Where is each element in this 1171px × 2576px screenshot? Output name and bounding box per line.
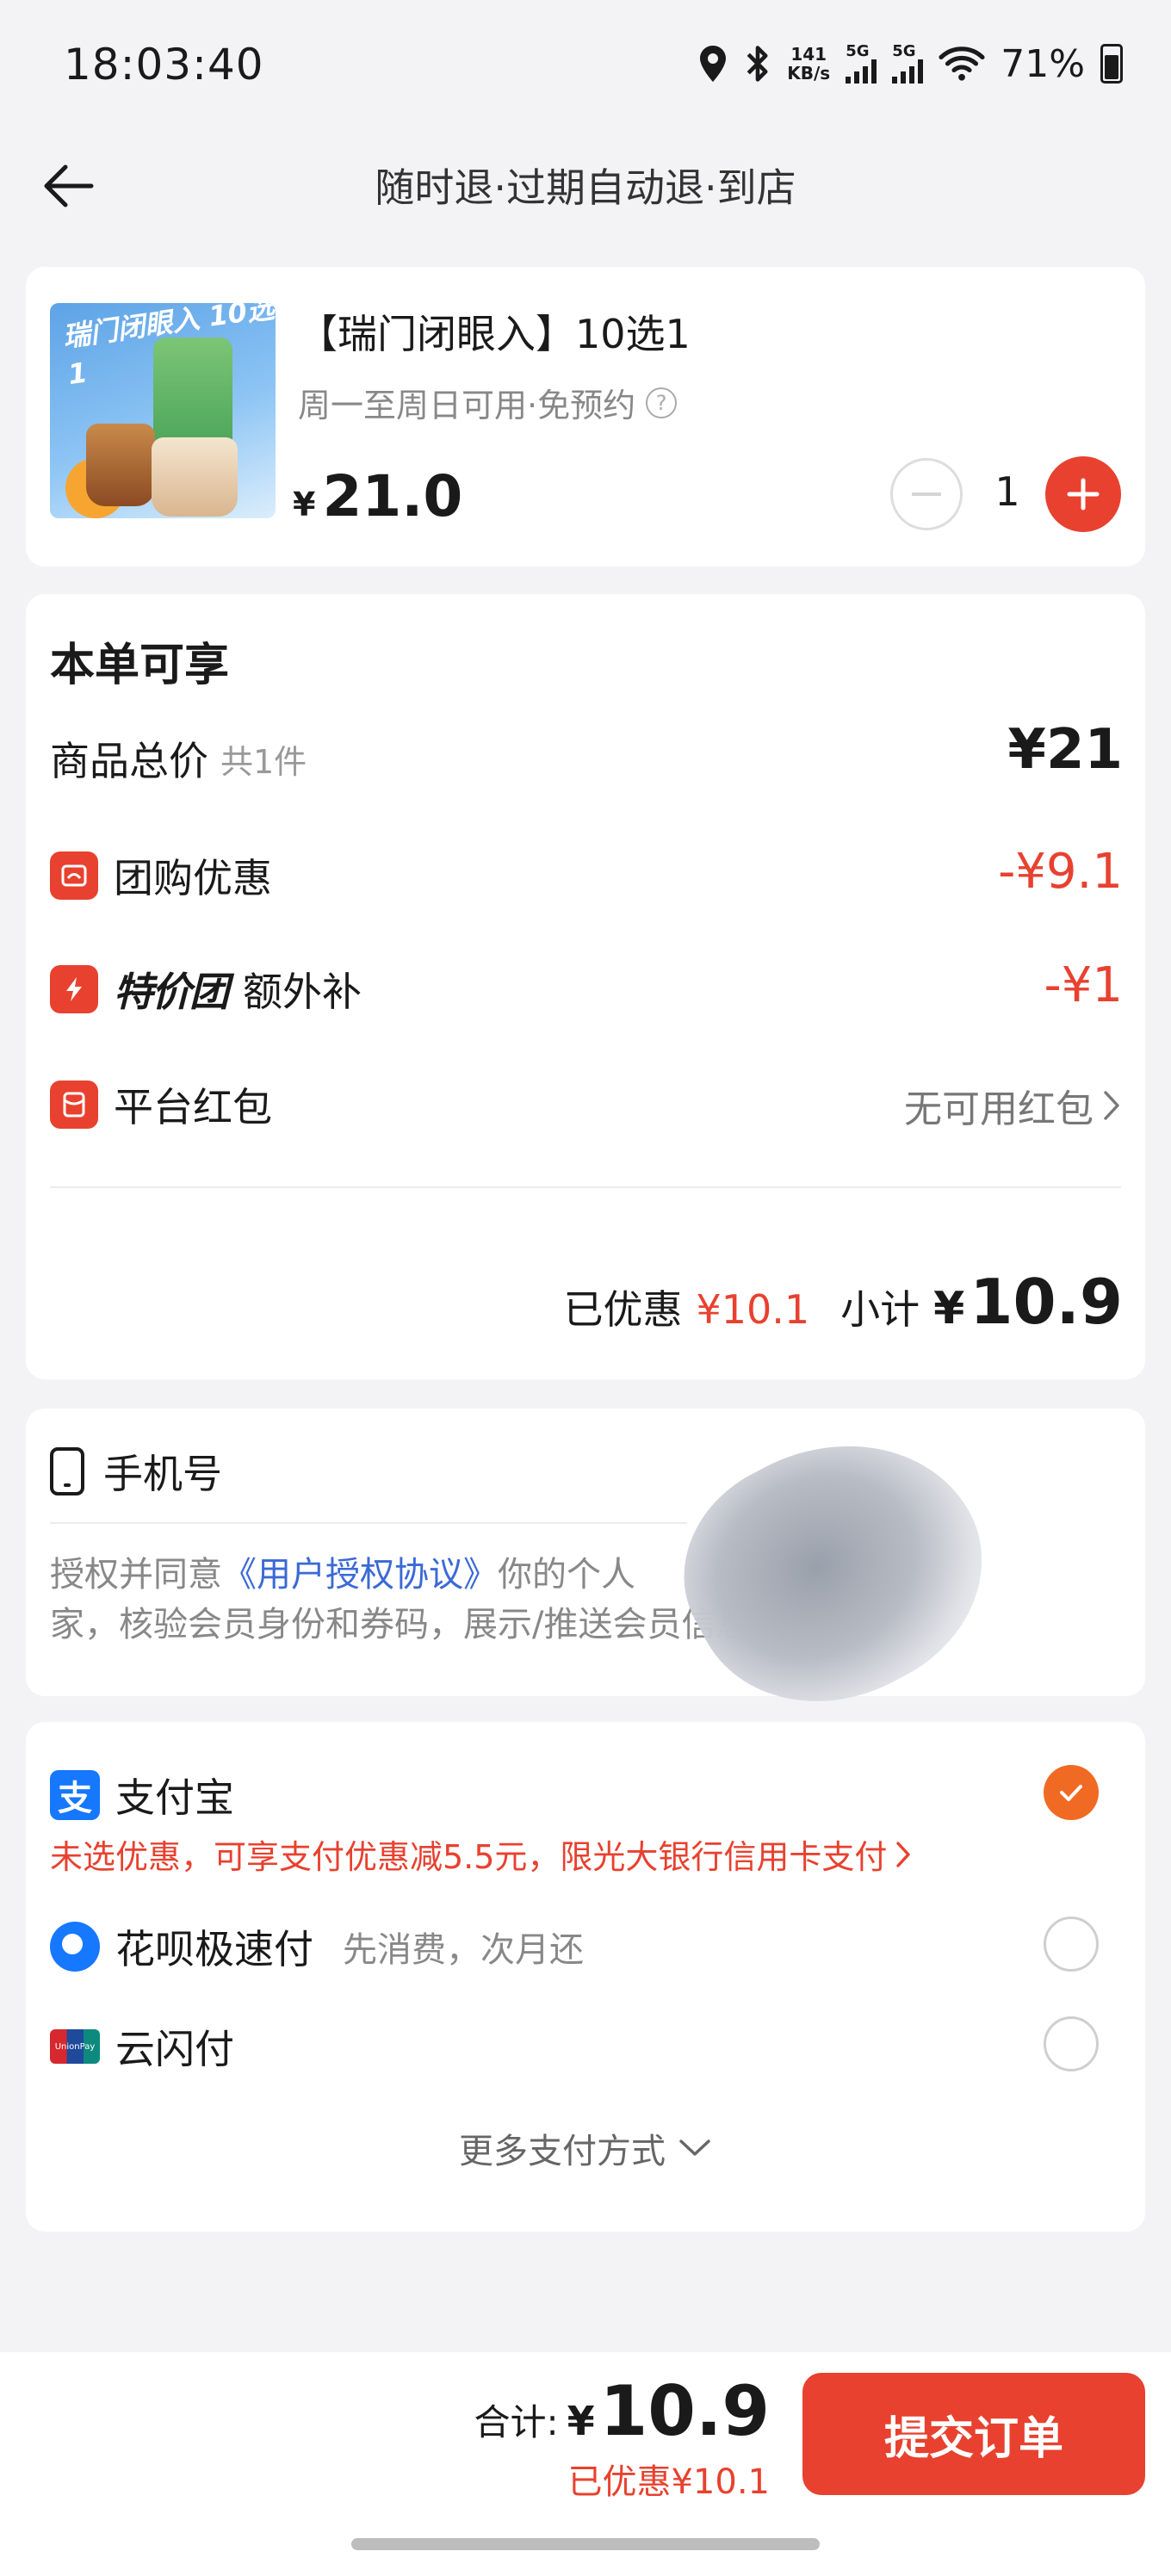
wifi-icon — [939, 46, 985, 81]
battery-icon — [1100, 44, 1123, 84]
alipay-promo-text: 未选优惠，可享支付优惠减5.5元，限光大银行信用卡支付 — [50, 1838, 888, 1876]
net-speed-unit: KB/s — [787, 63, 831, 84]
auth-line2: 家，核验会员身份和券码，展示/推送会员信息 — [50, 1605, 751, 1644]
huabei-icon — [50, 1922, 100, 1972]
goods-total-value: ¥21 — [1007, 718, 1123, 782]
alipay-icon: 支 — [50, 1770, 100, 1820]
signal-icon: 5G — [892, 42, 924, 84]
coupon-icon — [50, 851, 98, 900]
red-packet-label: 平台红包 — [114, 1084, 272, 1130]
submit-order-button[interactable]: 提交订单 — [802, 2373, 1145, 2495]
special-price-label: 额外补 — [243, 969, 362, 1015]
more-payment-label: 更多支付方式 — [459, 2132, 666, 2171]
alipay-promo[interactable]: 未选优惠，可享支付优惠减5.5元，限光大银行信用卡支付 — [50, 1830, 911, 1878]
auth-line1-rest: 你的个人 — [498, 1555, 635, 1595]
sim1-label: 5G — [846, 42, 870, 60]
alipay-radio[interactable] — [1044, 1765, 1099, 1820]
discounted-value: ¥10.1 — [696, 1286, 810, 1333]
status-time: 18:03:40 — [64, 40, 264, 90]
product-title: 【瑞门闭眼入】10选1 — [298, 311, 691, 357]
minus-icon — [912, 492, 941, 496]
net-speed-value: 141 — [790, 44, 827, 65]
red-packet-selector[interactable]: 无可用红包 — [904, 1078, 1121, 1133]
total-label: 合计: — [474, 2401, 559, 2443]
total-price: 合计: ¥ 10.9 — [474, 2371, 770, 2451]
increase-quantity-button[interactable] — [1045, 456, 1121, 532]
huabei-label: 花呗极速付 — [115, 1926, 313, 1972]
alipay-label: 支付宝 — [115, 1774, 234, 1821]
quantity-value: 1 — [994, 468, 1020, 515]
signal-icon: 5G — [846, 44, 877, 84]
subtotal: 已优惠 ¥10.1 小计 ¥ 10.9 — [563, 1266, 1123, 1338]
phone-icon — [50, 1447, 84, 1495]
status-icons: 141 KB/s 5G 5G 71% — [697, 38, 1123, 90]
unionpay-label: 云闪付 — [115, 2026, 234, 2072]
more-payment-methods-button[interactable]: 更多支付方式 — [0, 2123, 1171, 2173]
phone-divider — [50, 1522, 687, 1524]
lightning-icon — [50, 965, 98, 1013]
user-agreement-link[interactable]: 《用户授权协议》 — [222, 1555, 498, 1595]
total-value: 10.9 — [599, 2371, 770, 2451]
discounted-label: 已优惠 — [563, 1286, 683, 1333]
red-packet-row[interactable]: 平台红包 — [50, 1076, 272, 1133]
group-discount-row: 团购优惠 — [50, 847, 272, 904]
phone-label: 手机号 — [103, 1451, 222, 1497]
goods-total-label: 商品总价 共1件 — [50, 730, 307, 787]
special-price-row: 特价团 额外补 — [50, 961, 362, 1018]
total-discount: 已优惠¥10.1 — [567, 2462, 770, 2502]
huabei-radio[interactable] — [1044, 1917, 1099, 1972]
price-value: 21.0 — [322, 463, 463, 529]
help-icon[interactable]: ? — [646, 387, 678, 418]
sim2-label: 5G — [892, 42, 916, 60]
decrease-quantity-button[interactable] — [890, 458, 963, 530]
plus-icon — [1067, 478, 1100, 511]
chevron-down-icon — [679, 2139, 710, 2156]
product-image[interactable]: 瑞门闭眼入 10选1 — [50, 303, 276, 518]
payment-option-huabei[interactable]: 花呗极速付 先消费，次月还 — [50, 1918, 584, 1975]
goods-total-text: 商品总价 — [50, 738, 208, 784]
total-currency: ¥ — [567, 2398, 595, 2444]
unionpay-icon: UnionPay — [50, 2029, 100, 2064]
group-discount-value: -¥9.1 — [998, 844, 1123, 900]
price-currency: ¥ — [293, 486, 316, 523]
bluetooth-icon — [747, 46, 768, 82]
summary-divider — [50, 1186, 1121, 1188]
special-price-value: -¥1 — [1044, 957, 1123, 1013]
group-discount-label: 团购优惠 — [114, 855, 272, 901]
product-subtitle: 周一至周日可用·免预约 ? — [298, 379, 678, 426]
check-icon — [1060, 1785, 1082, 1801]
huabei-subtitle: 先消费，次月还 — [343, 1930, 584, 1970]
red-packet-value: 无可用红包 — [904, 1087, 1094, 1131]
product-price: ¥ 21.0 — [293, 463, 462, 529]
payment-option-alipay[interactable]: 支 支付宝 — [50, 1767, 234, 1824]
auth-prefix: 授权并同意 — [50, 1555, 222, 1595]
unionpay-radio[interactable] — [1044, 2016, 1099, 2071]
goods-count: 共1件 — [220, 742, 307, 781]
chevron-right-icon — [896, 1841, 911, 1867]
battery-percent: 71% — [1001, 41, 1085, 86]
product-subtitle-text: 周一至周日可用·免预约 — [298, 387, 636, 424]
subtotal-value: 10.9 — [970, 1266, 1123, 1338]
payment-option-unionpay[interactable]: UnionPay 云闪付 — [50, 2018, 234, 2075]
location-icon — [700, 46, 727, 82]
chevron-right-icon — [1104, 1091, 1119, 1120]
red-packet-icon — [50, 1081, 98, 1129]
summary-title: 本单可享 — [50, 640, 230, 691]
phone-field[interactable]: 手机号 — [50, 1443, 222, 1500]
subtotal-label: 小计 — [840, 1286, 920, 1333]
home-indicator[interactable] — [351, 2538, 820, 2550]
page-title: 随时退·过期自动退·到店 — [375, 164, 796, 211]
special-price-logo: 特价团 — [114, 969, 229, 1015]
net-speed: 141 KB/s — [787, 45, 830, 83]
subtotal-currency: ¥ — [933, 1283, 965, 1334]
